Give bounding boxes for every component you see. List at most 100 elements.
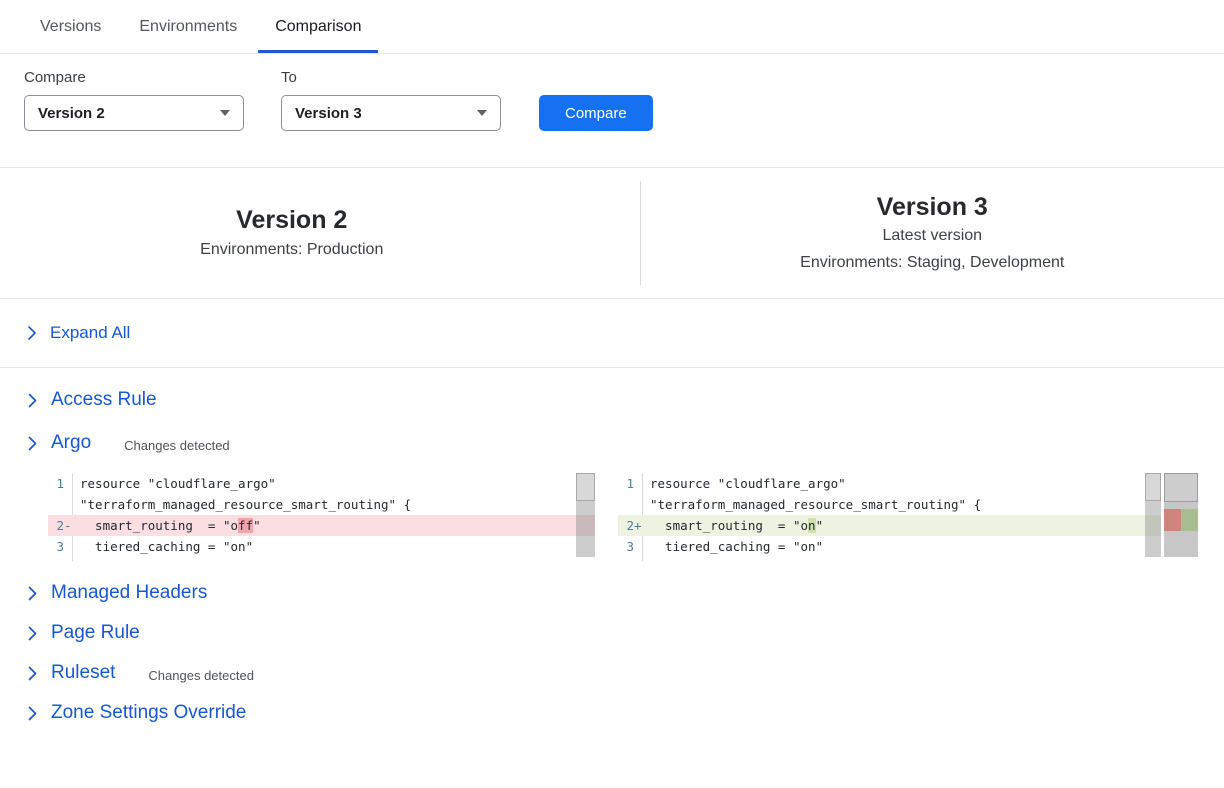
diff-pane-left: 1 resource "cloudflare_argo""terraform_ma… bbox=[48, 473, 595, 561]
diff-marker bbox=[634, 536, 642, 557]
diff-row: "terraform_managed_resource_smart_routin… bbox=[48, 494, 595, 515]
line-number: 2 bbox=[48, 515, 64, 536]
scrollbar[interactable] bbox=[1145, 473, 1161, 557]
latest-version-label: Latest version bbox=[641, 224, 1224, 248]
diff-marker bbox=[64, 494, 72, 515]
section-label: Managed Headers bbox=[51, 582, 207, 604]
chevron-right-icon bbox=[27, 586, 38, 601]
diff-row: 4} bbox=[48, 557, 595, 561]
diff-marker bbox=[64, 473, 72, 494]
chevron-right-icon bbox=[27, 666, 38, 681]
section-toggle-zone-settings-override[interactable]: Zone Settings Override bbox=[27, 702, 246, 724]
section-toggle-managed-headers[interactable]: Managed Headers bbox=[27, 582, 207, 604]
section-row-argo: Argo Changes detected bbox=[27, 432, 1224, 454]
diff-row: 3 tiered_caching = "on" bbox=[48, 536, 595, 557]
diff-marker bbox=[634, 494, 642, 515]
section-label: Page Rule bbox=[51, 622, 140, 644]
version-left-title: Version 2 bbox=[0, 205, 584, 235]
version-right-header: Version 3 Latest version Environments: S… bbox=[641, 192, 1224, 275]
line-number: 3 bbox=[48, 536, 64, 557]
compare-button[interactable]: Compare bbox=[539, 95, 653, 131]
diff-marker bbox=[64, 557, 72, 561]
diff-marker bbox=[634, 557, 642, 561]
code-text: smart_routing = "off" bbox=[72, 515, 595, 536]
code-text: smart_routing = "on" bbox=[642, 515, 1161, 536]
compare-to-group: To Version 3 bbox=[281, 70, 501, 131]
chevron-right-icon bbox=[27, 436, 38, 451]
diff-row: 2+ smart_routing = "on" bbox=[618, 515, 1161, 536]
diff-row: 4} bbox=[618, 557, 1161, 561]
diff-marker bbox=[634, 473, 642, 494]
compare-label: Compare bbox=[24, 70, 244, 85]
diff-marker bbox=[64, 536, 72, 557]
code-text: "terraform_managed_resource_smart_routin… bbox=[72, 494, 595, 515]
line-number: 4 bbox=[618, 557, 634, 561]
section-list: Access Rule Argo Changes detected 1 resou… bbox=[0, 389, 1224, 724]
changes-detected-badge: Changes detected bbox=[124, 438, 230, 453]
code-text: } bbox=[72, 557, 595, 561]
code-text: } bbox=[642, 557, 1161, 561]
section-row-page-rule: Page Rule bbox=[27, 622, 1224, 644]
tab-comparison[interactable]: Comparison bbox=[258, 0, 378, 53]
chevron-down-icon bbox=[220, 110, 230, 116]
tab-versions[interactable]: Versions bbox=[23, 0, 118, 53]
chevron-right-icon bbox=[27, 706, 38, 721]
code-text: tiered_caching = "on" bbox=[72, 536, 595, 557]
diff-row: 1 resource "cloudflare_argo" bbox=[618, 473, 1161, 494]
diff-overview-ruler[interactable] bbox=[1164, 473, 1198, 557]
compare-to-select[interactable]: Version 3 bbox=[281, 95, 501, 131]
section-label: Access Rule bbox=[51, 389, 157, 411]
section-row-zone-settings-override: Zone Settings Override bbox=[27, 702, 1224, 724]
diff-pane-right-wrap: 1 resource "cloudflare_argo""terraform_ma… bbox=[618, 473, 1198, 561]
chevron-down-icon bbox=[477, 110, 487, 116]
version-right-title: Version 3 bbox=[641, 192, 1224, 222]
section-row-ruleset: Ruleset Changes detected bbox=[27, 662, 1224, 684]
diff-change-markers bbox=[1164, 509, 1198, 531]
expand-all-row: Expand All bbox=[0, 299, 1224, 368]
compare-from-group: Compare Version 2 bbox=[24, 70, 244, 131]
chevron-right-icon bbox=[27, 626, 38, 641]
diff-code-right: 1 resource "cloudflare_argo""terraform_ma… bbox=[618, 473, 1161, 561]
code-text: resource "cloudflare_argo" bbox=[642, 473, 1161, 494]
compare-from-select[interactable]: Version 2 bbox=[24, 95, 244, 131]
section-toggle-access-rule[interactable]: Access Rule bbox=[27, 389, 157, 411]
section-toggle-argo[interactable]: Argo bbox=[27, 432, 91, 454]
diff-row: "terraform_managed_resource_smart_routin… bbox=[618, 494, 1161, 515]
diff-row: 2- smart_routing = "off" bbox=[48, 515, 595, 536]
line-number: 1 bbox=[618, 473, 634, 494]
tab-environments[interactable]: Environments bbox=[122, 0, 254, 53]
addition-marker bbox=[1181, 509, 1198, 531]
code-text: tiered_caching = "on" bbox=[642, 536, 1161, 557]
scrollbar[interactable] bbox=[576, 473, 595, 557]
section-row-managed-headers: Managed Headers bbox=[27, 582, 1224, 604]
diff-marker: + bbox=[634, 515, 642, 536]
line-number: 1 bbox=[48, 473, 64, 494]
expand-all-button[interactable]: Expand All bbox=[27, 323, 130, 343]
line-number: 2 bbox=[618, 515, 634, 536]
version-left-environments: Environments: Production bbox=[0, 238, 584, 262]
comparison-page: Versions Environments Comparison Compare… bbox=[0, 0, 1224, 788]
diff-pane-right: 1 resource "cloudflare_argo""terraform_ma… bbox=[618, 473, 1161, 561]
diff-row: 1 resource "cloudflare_argo" bbox=[48, 473, 595, 494]
section-label: Argo bbox=[51, 432, 91, 454]
line-number: 3 bbox=[618, 536, 634, 557]
section-toggle-page-rule[interactable]: Page Rule bbox=[27, 622, 140, 644]
section-label: Zone Settings Override bbox=[51, 702, 246, 724]
version-headers: Version 2 Environments: Production Versi… bbox=[0, 168, 1224, 299]
expand-all-label: Expand All bbox=[50, 323, 130, 343]
compare-from-value: Version 2 bbox=[38, 105, 105, 122]
code-text: resource "cloudflare_argo" bbox=[72, 473, 595, 494]
tab-bar: Versions Environments Comparison bbox=[0, 0, 1224, 54]
to-label: To bbox=[281, 70, 501, 85]
argo-diff-viewer: 1resource "cloudflare_argo""terraform_ma… bbox=[48, 473, 1198, 561]
deletion-marker bbox=[1164, 509, 1181, 531]
code-text: "terraform_managed_resource_smart_routin… bbox=[642, 494, 1161, 515]
version-left-header: Version 2 Environments: Production bbox=[0, 205, 640, 262]
line-number bbox=[618, 494, 634, 515]
section-toggle-ruleset[interactable]: Ruleset bbox=[27, 662, 115, 684]
line-number: 4 bbox=[48, 557, 64, 561]
changes-detected-badge: Changes detected bbox=[148, 668, 254, 683]
diff-row: 3 tiered_caching = "on" bbox=[618, 536, 1161, 557]
section-label: Ruleset bbox=[51, 662, 115, 684]
version-right-environments: Environments: Staging, Development bbox=[641, 251, 1224, 275]
